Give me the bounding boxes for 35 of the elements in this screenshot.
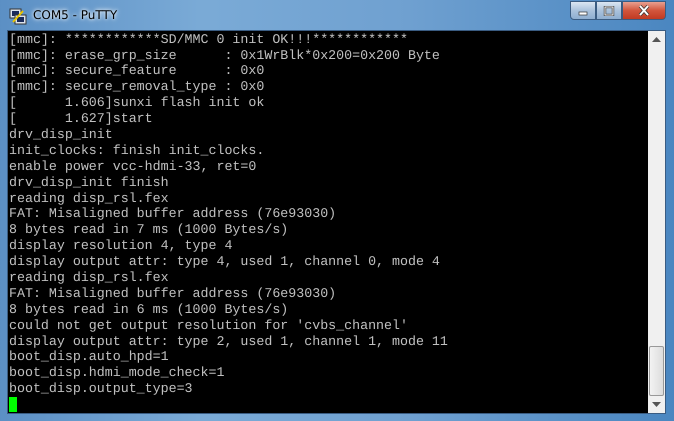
terminal-line: [ 1.606]sunxi flash init ok bbox=[9, 95, 266, 112]
terminal-line: FAT: Misaligned buffer address (76e93030) bbox=[9, 206, 338, 222]
terminal-line: [mmc]: secure_feature : 0x0 bbox=[9, 63, 266, 80]
terminal-line: could not get output resolution for 'cvbs_channel' bbox=[9, 318, 409, 334]
terminal-line: display output attr: type 2, used 1, channel 1, mode 11 bbox=[9, 334, 449, 350]
scrollbar[interactable] bbox=[648, 30, 665, 413]
terminal-line: reading disp_rsl.fex bbox=[9, 190, 170, 206]
terminal-line: reading disp_rsl.fex bbox=[9, 270, 170, 286]
terminal-line: FAT: Misaligned buffer address (76e93030) bbox=[9, 286, 338, 302]
terminal-line: display resolution 4, type 4 bbox=[9, 238, 234, 254]
terminal-line: init_clocks: finish init_clocks. bbox=[9, 142, 266, 159]
scroll-down-icon[interactable] bbox=[652, 402, 661, 407]
terminal-line: [mmc]: secure_removal_type : 0x0 bbox=[9, 79, 266, 96]
terminal-line: enable power vcc-hdmi-33, ret=0 bbox=[9, 158, 258, 175]
minimize-button[interactable] bbox=[570, 1, 596, 20]
scroll-up-icon[interactable] bbox=[652, 36, 661, 42]
window-title: COM5 - PuTTY bbox=[33, 8, 118, 22]
close-icon bbox=[637, 5, 651, 16]
terminal-line: drv_disp_init bbox=[9, 126, 114, 143]
maximize-icon bbox=[603, 6, 615, 16]
terminal-line: display output attr: type 4, used 1, channel 0, mode 4 bbox=[9, 254, 441, 270]
terminal-line: 8 bytes read in 6 ms (1000 Bytes/s) bbox=[9, 302, 290, 318]
terminal-icon bbox=[9, 6, 27, 25]
terminal-line: boot_disp.auto_hpd=1 bbox=[9, 349, 170, 366]
close-button[interactable] bbox=[622, 1, 666, 20]
terminal-line: [ 1.627]start bbox=[9, 111, 154, 127]
scroll-thumb[interactable] bbox=[649, 346, 664, 396]
maximize-button[interactable] bbox=[596, 1, 622, 20]
terminal-line: boot_disp.output_type=3 bbox=[9, 381, 194, 398]
terminal-line: boot_disp.hdmi_mode_check=1 bbox=[9, 365, 226, 382]
cursor bbox=[9, 397, 17, 412]
terminal-line: [mmc]: ************SD/MMC 0 init OK!!!************ bbox=[9, 32, 409, 48]
terminal-line: 8 bytes read in 7 ms (1000 Bytes/s) bbox=[9, 222, 290, 238]
terminal-line: [mmc]: erase_grp_size : 0x1WrBlk*0x200=0x200 Byte bbox=[9, 48, 441, 64]
terminal-line: drv_disp_init finish bbox=[9, 174, 170, 191]
